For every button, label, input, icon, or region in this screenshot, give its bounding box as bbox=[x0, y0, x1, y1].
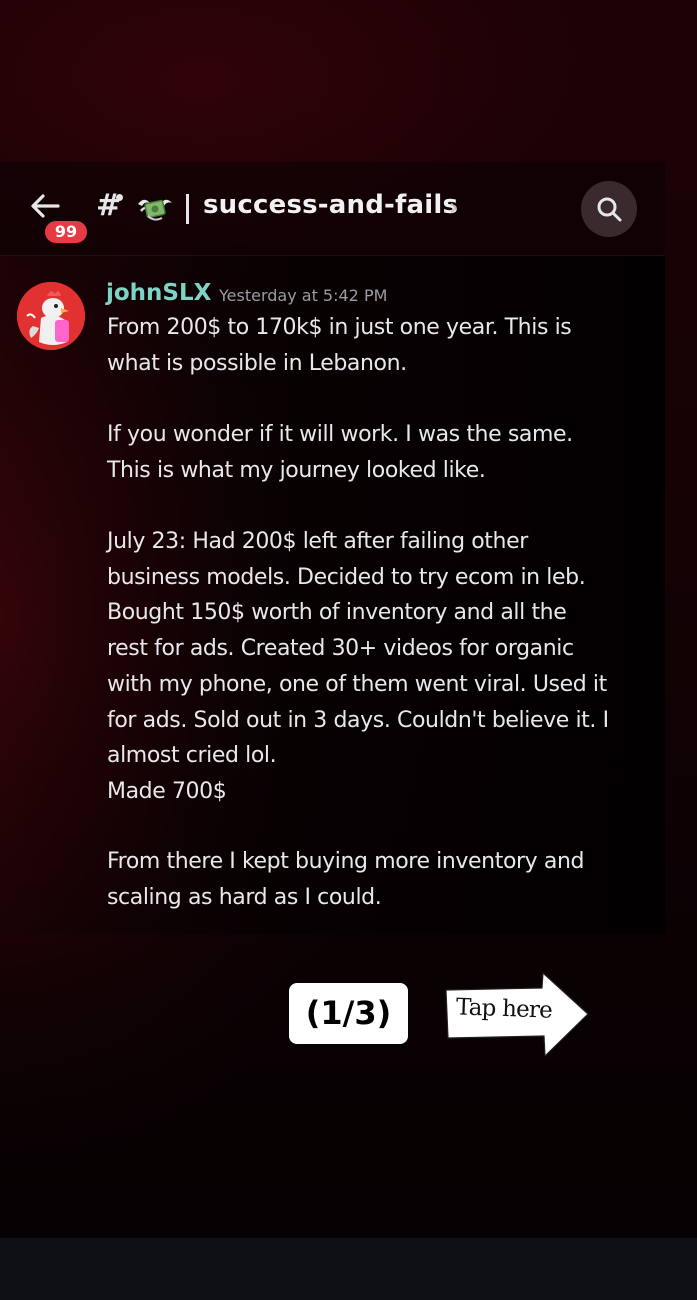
message-paragraph: July 23: Had 200$ left after failing oth… bbox=[107, 524, 652, 810]
message-timestamp: Yesterday at 5:42 PM bbox=[219, 286, 388, 305]
message-paragraph: From 200$ to 170k$ in just one year. Thi… bbox=[107, 310, 652, 381]
message-line: If you wonder if it will work. I was the… bbox=[107, 422, 573, 447]
message-line: This is what my journey looked like. bbox=[107, 457, 486, 483]
message-line: Made 700$ bbox=[107, 778, 227, 804]
message-line: From there I kept buying more inventory … bbox=[107, 849, 585, 874]
avatar[interactable] bbox=[17, 282, 85, 350]
message-line: what is possible in Lebanon. bbox=[107, 350, 407, 376]
message-paragraph: If you wonder if it will work. I was the… bbox=[107, 417, 652, 488]
message-line: business models. Decided to try ecom in … bbox=[107, 564, 586, 590]
tap-here-label: Tap here bbox=[455, 994, 553, 1024]
channel-name[interactable]: success-and-fails bbox=[203, 190, 458, 220]
page-indicator: (1/3) bbox=[289, 983, 408, 1044]
message-line: for ads. Sold out in 3 days. Couldn't be… bbox=[107, 707, 609, 733]
message-line: Bought 150$ worth of inventory and all t… bbox=[107, 600, 567, 626]
message-line: with my phone, one of them went viral. U… bbox=[107, 671, 607, 697]
message-author[interactable]: johnSLX bbox=[106, 280, 211, 306]
message-line: almost cried lol. bbox=[107, 743, 277, 769]
message-line: From 200$ to 170k$ in just one year. Thi… bbox=[107, 315, 572, 340]
rooster-avatar-icon bbox=[17, 282, 85, 350]
tap-here-arrow-button[interactable]: Tap here bbox=[442, 970, 592, 1060]
search-button[interactable] bbox=[581, 181, 637, 237]
message-line: scaling as hard as I could. bbox=[107, 884, 382, 910]
message-line: July 23: Had 200$ left after failing oth… bbox=[107, 529, 528, 554]
back-button[interactable]: 99 bbox=[22, 188, 92, 248]
message-paragraph: From there I kept buying more inventory … bbox=[107, 844, 652, 915]
money-with-wings-icon bbox=[138, 199, 172, 221]
message-line: rest for ads. Created 30+ videos for org… bbox=[107, 636, 574, 662]
channel-divider bbox=[186, 194, 189, 224]
search-icon bbox=[597, 197, 622, 222]
hash-dot bbox=[116, 194, 123, 201]
channel-header: 99 # success-and-fails › bbox=[0, 162, 665, 256]
message: johnSLX Yesterday at 5:42 PM From 200$ t… bbox=[0, 256, 665, 934]
chevron-right-icon[interactable]: › bbox=[449, 193, 459, 221]
bottom-bar bbox=[0, 1238, 697, 1300]
unread-badge: 99 bbox=[42, 218, 90, 246]
screen: 99 # success-and-fails › johnSLX Yesterd… bbox=[0, 0, 697, 1300]
